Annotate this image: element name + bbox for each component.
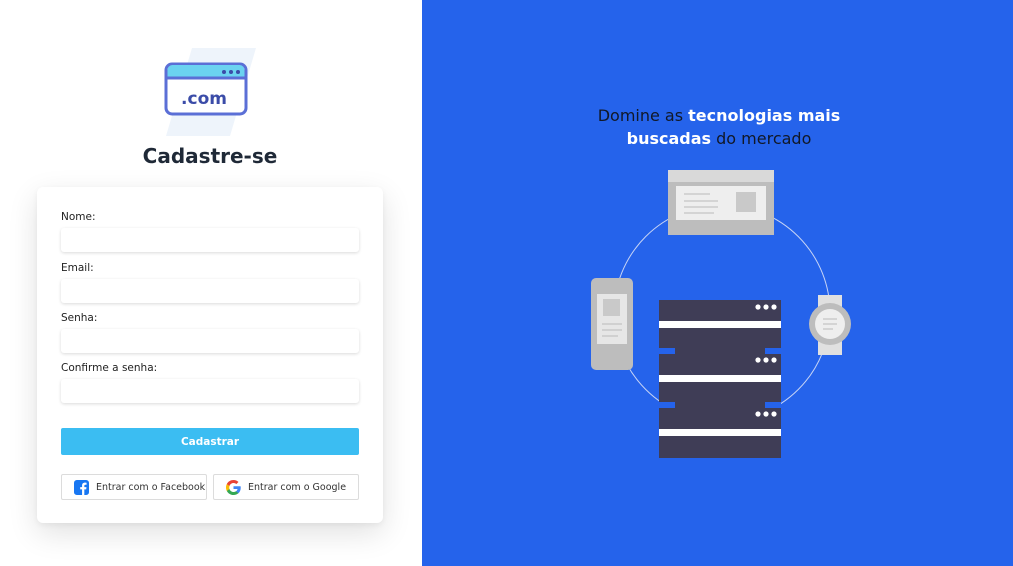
password-label: Senha:	[61, 312, 98, 324]
email-label: Email:	[61, 262, 94, 274]
domain-logo: .com	[164, 48, 256, 136]
tagline-part-2: do mercado	[711, 129, 812, 148]
browser-window-illustration	[668, 170, 774, 235]
tagline-part-1: Domine as	[597, 106, 689, 125]
watch-illustration	[809, 295, 851, 355]
submit-button[interactable]: Cadastrar	[61, 428, 359, 455]
devices-illustration	[591, 170, 851, 458]
logo-text: .com	[181, 89, 227, 109]
page-title: Cadastre-se	[142, 144, 278, 168]
name-input[interactable]	[61, 228, 359, 252]
email-input[interactable]	[61, 279, 359, 303]
google-login-label: Entrar com o Google	[248, 481, 347, 493]
google-login-button[interactable]: Entrar com o Google	[213, 474, 359, 500]
hero-tagline: Domine as tecnologias mais buscadas do m…	[594, 104, 844, 150]
phone-illustration	[591, 278, 633, 370]
google-icon	[226, 479, 241, 495]
password-input[interactable]	[61, 329, 359, 353]
hero-panel: Domine as tecnologias mais buscadas do m…	[422, 0, 1013, 566]
facebook-login-button[interactable]: Entrar com o Facebook	[61, 474, 207, 500]
confirm-password-label: Confirme a senha:	[61, 362, 158, 374]
server-rack-illustration	[659, 300, 781, 458]
name-label: Nome:	[61, 211, 96, 223]
confirm-password-input[interactable]	[61, 379, 359, 403]
signup-form-card: Nome: Email: Senha: Confirme a senha: Ca…	[37, 187, 383, 523]
facebook-login-label: Entrar com o Facebook	[96, 481, 206, 493]
signup-panel: .com Cadastre-se Nome: Email: Senha: Con…	[0, 0, 422, 566]
facebook-icon	[74, 479, 89, 495]
